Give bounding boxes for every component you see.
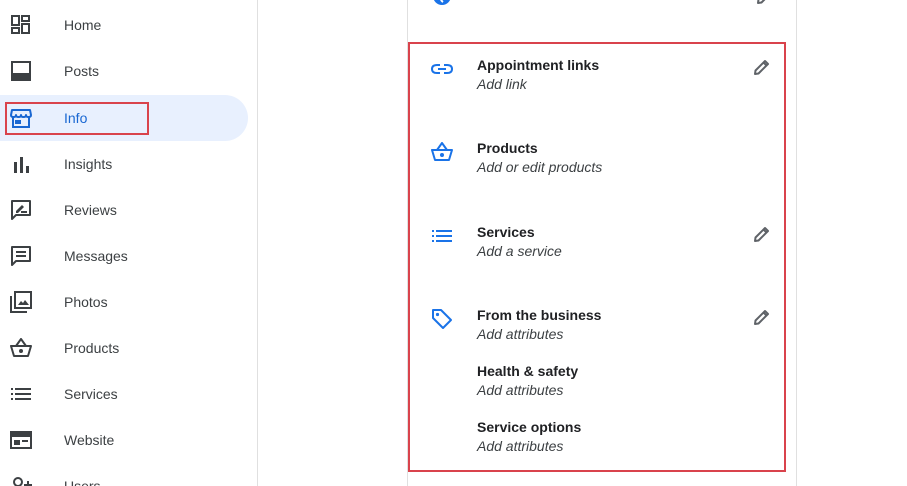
edit-pencil-icon[interactable] [750,305,774,329]
sidebar-item-label: Products [64,340,120,356]
sidebar-item-reviews[interactable]: Reviews [0,187,248,233]
sidebar-item-website[interactable]: Website [0,417,248,463]
section-subtitle: Add link [477,76,527,92]
website-icon [10,429,32,451]
section-subtitle: Add attributes [477,326,564,342]
sidebar-item-messages[interactable]: Messages [0,233,248,279]
basket-icon [430,140,454,164]
sidebar-item-products[interactable]: Products [0,325,248,371]
link-icon [430,57,454,81]
section-subtitle: Add attributes [477,382,564,398]
photos-icon [10,291,32,313]
reviews-icon [10,199,32,221]
section-subtitle: Add or edit products [477,159,603,175]
sidebar-item-label: Website [64,432,115,448]
list-icon [430,224,454,248]
sidebar-item-label: Services [64,386,118,402]
sidebar: Home Posts Info Insights Reviews Message… [0,0,258,486]
sidebar-item-posts[interactable]: Posts [0,48,248,94]
section-title: From the business [477,307,602,323]
partial-row [432,0,772,6]
sidebar-item-insights[interactable]: Insights [0,141,248,187]
posts-icon [10,60,32,82]
sidebar-item-label: Posts [64,63,100,79]
sidebar-item-label: Home [64,17,102,33]
bar-chart-icon [10,153,32,175]
add-user-icon [10,475,32,486]
message-icon [10,245,32,267]
sidebar-item-label: Photos [64,294,108,310]
section-title: Products [477,140,538,156]
list-icon [10,383,32,405]
info-card [407,0,797,486]
section-title: Service options [477,419,582,435]
tag-icon [430,307,454,331]
sidebar-item-photos[interactable]: Photos [0,279,248,325]
storefront-icon [10,107,32,129]
section-title: Appointment links [477,57,600,73]
globe-icon [432,0,452,6]
section-title: Services [477,224,535,240]
section-title: Health & safety [477,363,579,379]
sidebar-item-label: Reviews [64,202,117,218]
section-subtitle: Add a service [477,243,562,259]
sidebar-item-home[interactable]: Home [0,2,248,48]
sidebar-item-info[interactable]: Info [0,95,248,141]
edit-pencil-icon[interactable] [750,222,774,246]
sidebar-item-label: Messages [64,248,128,264]
sidebar-item-users[interactable]: Users [0,463,248,486]
sidebar-item-label: Insights [64,156,113,172]
section-subtitle: Add attributes [477,438,564,454]
sidebar-item-label: Info [64,110,88,126]
edit-pencil-icon[interactable] [755,0,775,11]
sidebar-item-label: Users [64,478,101,486]
sidebar-item-services[interactable]: Services [0,371,248,417]
basket-icon [10,337,32,359]
dashboard-icon [10,14,32,36]
edit-pencil-icon[interactable] [750,55,774,79]
page: Home Posts Info Insights Reviews Message… [0,0,907,486]
